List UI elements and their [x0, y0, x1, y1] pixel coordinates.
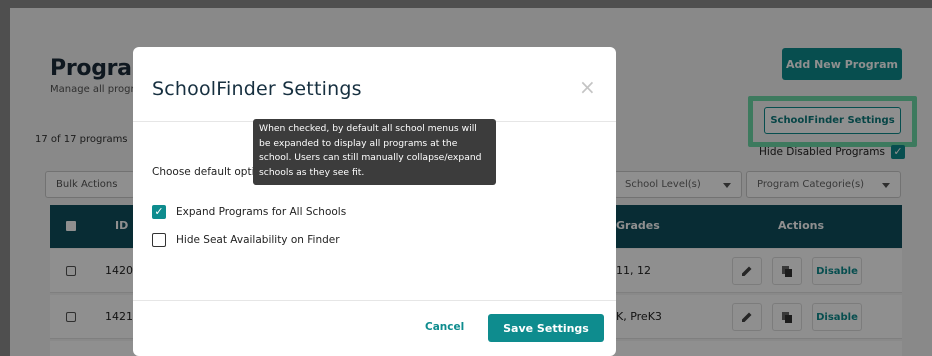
- divider: [133, 300, 616, 301]
- hide-seat-option[interactable]: Hide Seat Availability on Finder: [152, 233, 340, 247]
- schoolfinder-settings-modal: SchoolFinder Settings × Choose default o…: [133, 47, 616, 356]
- cancel-button[interactable]: Cancel: [425, 321, 464, 333]
- save-settings-button[interactable]: Save Settings: [488, 314, 604, 342]
- modal-title: SchoolFinder Settings: [152, 78, 362, 100]
- hide-seat-label: Hide Seat Availability on Finder: [176, 234, 340, 246]
- expand-programs-option[interactable]: ✓ Expand Programs for All Schools: [152, 205, 346, 219]
- expand-tooltip: When checked, by default all school menu…: [253, 119, 496, 185]
- expand-programs-checkbox[interactable]: ✓: [152, 205, 166, 219]
- hide-seat-checkbox[interactable]: [152, 233, 166, 247]
- close-icon[interactable]: ×: [579, 75, 596, 99]
- expand-programs-label: Expand Programs for All Schools: [176, 206, 347, 218]
